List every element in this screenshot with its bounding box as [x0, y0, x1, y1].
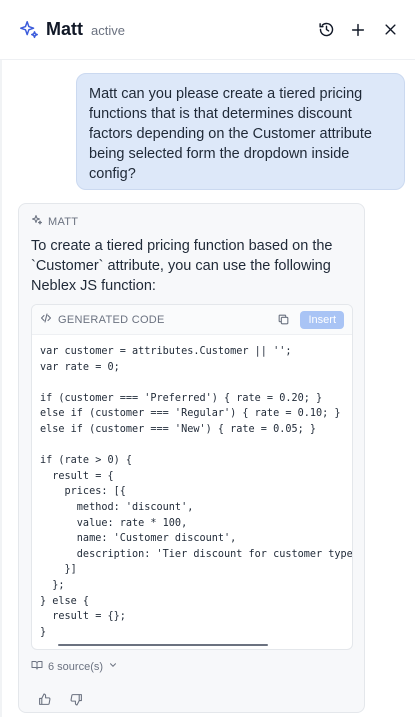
book-icon	[31, 659, 43, 674]
plus-icon[interactable]	[349, 21, 367, 39]
assistant-label: MATT	[31, 214, 78, 229]
copy-icon[interactable]	[274, 311, 292, 329]
history-icon[interactable]	[317, 21, 335, 39]
close-icon[interactable]	[381, 21, 399, 39]
sparkle-icon	[18, 19, 40, 41]
thumbs-up-icon[interactable]	[35, 690, 53, 708]
code-block-header: GENERATED CODE Insert	[32, 305, 352, 335]
sparkle-small-icon	[31, 214, 43, 229]
insert-button[interactable]: Insert	[300, 310, 344, 329]
assistant-label-text: MATT	[48, 215, 79, 228]
assistant-message-text: To create a tiered pricing function base…	[31, 238, 333, 294]
thumbs-down-icon[interactable]	[67, 690, 85, 708]
horizontal-scrollbar[interactable]	[58, 644, 268, 646]
feedback-buttons	[35, 690, 85, 708]
sources-label: 6 source(s)	[48, 660, 104, 673]
code-block-title: GENERATED CODE	[58, 313, 165, 326]
chat-header: Matt active	[0, 0, 415, 60]
chevron-down-icon	[108, 660, 118, 673]
status-text: active	[91, 23, 125, 38]
user-message-text: Matt can you please create a tiered pric…	[89, 86, 372, 182]
header-actions	[317, 21, 399, 39]
left-edge-divider	[0, 60, 2, 717]
code-block: GENERATED CODE Insert var customer = att…	[31, 304, 353, 650]
assistant-message-card: MATT To create a tiered pricing function…	[18, 203, 365, 713]
code-icon	[40, 311, 52, 329]
sources-toggle[interactable]: 6 source(s)	[31, 659, 118, 674]
code-content: var customer = attributes.Customer || ''…	[40, 346, 352, 638]
user-message-bubble: Matt can you please create a tiered pric…	[76, 73, 405, 190]
assistant-name: Matt	[46, 19, 83, 39]
